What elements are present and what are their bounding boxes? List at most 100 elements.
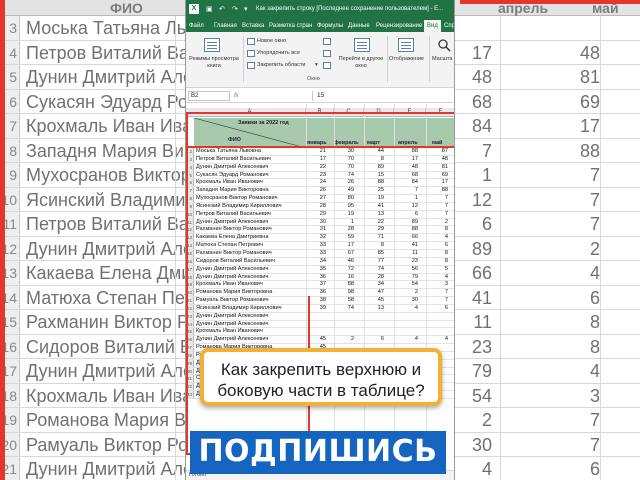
cell-value[interactable]: 98 — [340, 289, 354, 297]
cell-value[interactable]: 58 — [340, 297, 354, 305]
tab-insert[interactable]: Вставка — [242, 20, 264, 32]
cell-value[interactable]: 7 — [434, 297, 448, 305]
name-box[interactable]: B2 — [188, 91, 230, 101]
cell-name[interactable]: Западня Мария Викторовна — [196, 187, 269, 195]
tab-formulas[interactable]: Формулы — [317, 20, 343, 32]
cell-value[interactable]: 48 — [434, 156, 448, 164]
cell-name[interactable]: Сидоров Виталий Васильевич — [196, 258, 275, 266]
cell-value[interactable]: 54 — [404, 281, 418, 289]
cell-value[interactable]: 47 — [370, 289, 384, 297]
cell-value[interactable]: 88 — [404, 148, 418, 156]
cell-value[interactable]: 89 — [404, 219, 418, 227]
table-row[interactable]: 3 Петров Виталий Васильевич 17 70 8 17 48 — [186, 155, 454, 164]
table-row[interactable]: 22 Ясинский Владимир Кириллович 39 74 13 4 6 — [186, 304, 454, 313]
table-row[interactable]: 4 Дунин Дмитрий Алексеевич 22 70 89 48 81 — [186, 163, 454, 172]
cell-value[interactable]: 74 — [370, 266, 384, 274]
cell-value[interactable]: 34 — [370, 281, 384, 289]
cell-value[interactable]: 28 — [312, 203, 326, 211]
cell-value[interactable]: 79 — [404, 274, 418, 282]
cell-value[interactable]: 8 — [370, 156, 384, 164]
cell-value[interactable]: 16 — [340, 274, 354, 282]
cell-name[interactable]: Матюха Степан Петрович — [196, 242, 263, 250]
cell-value[interactable]: 31 — [312, 226, 326, 234]
hide-icon[interactable] — [323, 50, 331, 57]
tab-page-layout[interactable]: Разметка стран — [269, 20, 312, 32]
table-row[interactable]: 5 Сукасян Эдуард Романович 23 74 15 68 69 — [186, 171, 454, 180]
table-row[interactable]: 9 Ясинский Владимир Кириллович 28 95 41 12 7 — [186, 202, 454, 211]
cell-value[interactable]: 23 — [312, 172, 326, 180]
cell-name[interactable]: Дунин Дмитрий Алексеевич — [196, 274, 268, 282]
table-row[interactable]: 6 Крохмаль Иван Иванович 24 26 88 84 17 — [186, 179, 454, 188]
table-row[interactable]: 23 Дунин Дмитрий Алексеевич — [186, 312, 454, 321]
cell-value[interactable]: 4 — [404, 305, 418, 313]
cell-name[interactable]: Рахманин Виктор Романович — [196, 250, 272, 258]
cell-value[interactable]: 44 — [370, 148, 384, 156]
new-window-button[interactable]: Новое окно — [257, 38, 286, 45]
cell-value[interactable]: 30 — [340, 148, 354, 156]
cell-value[interactable]: 24 — [312, 179, 326, 187]
cell-value[interactable]: 1 — [340, 219, 354, 227]
table-row[interactable]: 10 Петров Виталий Васильевич 29 19 13 6 7 — [186, 210, 454, 219]
cell-value[interactable]: 17 — [312, 156, 326, 164]
table-row[interactable]: 7 Западня Мария Викторовна 26 49 25 7 88 — [186, 187, 454, 196]
cell-name[interactable]: Петров Виталий Васильевич — [196, 156, 271, 164]
cell-value[interactable]: 88 — [370, 179, 384, 187]
tab-help[interactable]: Спр — [444, 20, 454, 32]
cell-value[interactable]: 84 — [404, 179, 418, 187]
subscribe-banner[interactable]: ПОДПИШИСЬ — [190, 431, 446, 474]
arrange-all-button[interactable]: Упорядочить все — [257, 50, 300, 57]
cell-name[interactable]: Какаева Елена Дмитриевна — [196, 234, 268, 242]
cell-value[interactable]: 17 — [404, 156, 418, 164]
cell-name[interactable]: Рахманин Виктор Романович — [196, 226, 272, 234]
cell-value[interactable]: 81 — [434, 164, 448, 172]
switch-windows-button[interactable]: Перейти в другое окно — [338, 56, 384, 70]
cell-value[interactable]: 3 — [434, 281, 448, 289]
cell-name[interactable]: Мухосранов Виктор Романович — [196, 195, 278, 203]
cell-value[interactable]: 11 — [404, 250, 418, 258]
cell-value[interactable]: 80 — [340, 195, 354, 203]
cell-value[interactable]: 13 — [370, 305, 384, 313]
save-icon[interactable]: ▣ — [206, 5, 213, 14]
cell-value[interactable]: 67 — [340, 250, 354, 258]
cell-value[interactable]: 26 — [340, 179, 354, 187]
table-row[interactable]: 13 Какаева Елена Дмитриевна 32 59 71 66 4 — [186, 234, 454, 243]
cell-value[interactable]: 6 — [370, 336, 384, 344]
cell-value[interactable]: 26 — [312, 187, 326, 195]
cell-value[interactable]: 28 — [340, 226, 354, 234]
table-row[interactable]: 24 Дунин Дмитрий Алексеевич — [186, 320, 454, 329]
table-row[interactable]: 14 Матюха Степан Петрович 33 17 8 41 6 — [186, 242, 454, 250]
cell-name[interactable]: Крохмаль Иван Иванович — [196, 328, 263, 336]
table-row[interactable]: 12 Рахманин Виктор Романович 31 28 29 88 8 — [186, 226, 454, 235]
cell-value[interactable]: 8 — [434, 226, 448, 234]
cell-value[interactable]: 87 — [434, 148, 448, 156]
cell-value[interactable]: 7 — [434, 195, 448, 203]
cell-value[interactable]: 38 — [312, 297, 326, 305]
cell-value[interactable]: 19 — [340, 211, 354, 219]
cell-value[interactable]: 15 — [370, 172, 384, 180]
cell-value[interactable]: 32 — [312, 234, 326, 242]
cell-name[interactable]: Ясинский Владимир Кириллович — [196, 305, 282, 313]
cell-name[interactable]: Дунин Дмитрий Алексеевич — [196, 336, 268, 344]
table-row[interactable]: 17 Дунин Дмитрий Алексеевич 35 72 74 56 5 — [186, 265, 454, 274]
cell-value[interactable]: 4 — [434, 274, 448, 282]
cell-value[interactable]: 37 — [312, 281, 326, 289]
cell-value[interactable]: 74 — [340, 305, 354, 313]
cell-value[interactable]: 95 — [340, 203, 354, 211]
cell-value[interactable]: 7 — [434, 211, 448, 219]
cell-name[interactable]: Ясинский Владимир Кириллович — [196, 203, 282, 211]
cell-value[interactable]: 7 — [404, 187, 418, 195]
cell-value[interactable]: 29 — [370, 226, 384, 234]
cell-value[interactable]: 33 — [312, 250, 326, 258]
tab-data[interactable]: Данные — [348, 20, 370, 32]
tab-review[interactable]: Рецензирование — [376, 20, 422, 32]
cell-value[interactable]: 7 — [434, 289, 448, 297]
cell-value[interactable]: 17 — [434, 179, 448, 187]
cell-value[interactable]: 6 — [434, 305, 448, 313]
table-row[interactable]: 18 Дунин Дмитрий Алексеевич 36 16 28 79 4 — [186, 273, 454, 282]
cell-value[interactable]: 28 — [370, 274, 384, 282]
cell-value[interactable]: 77 — [370, 258, 384, 266]
cell-value[interactable]: 35 — [312, 266, 326, 274]
cell-value[interactable]: 6 — [404, 211, 418, 219]
cell-value[interactable]: 8 — [434, 250, 448, 258]
cell-value[interactable]: 88 — [434, 187, 448, 195]
